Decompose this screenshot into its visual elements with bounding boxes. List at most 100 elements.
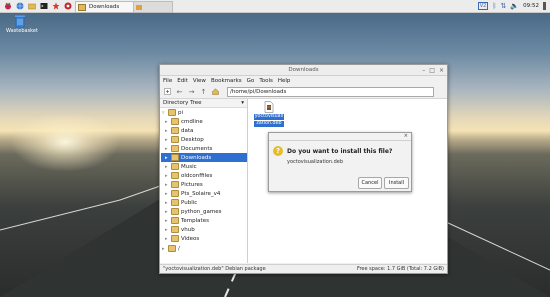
path-input[interactable]: /home/pi/Downloads [227, 86, 434, 97]
expand-icon[interactable]: ▸ [165, 182, 169, 188]
toolbar: ← → ↑ /home/pi/Downloads [160, 85, 447, 99]
tree-item-oldconffiles[interactable]: ▸ oldconffiles [165, 171, 245, 180]
tree-item-label: Downloads [181, 154, 212, 161]
maximize-icon[interactable]: □ [429, 67, 435, 74]
taskbar-inactive-task[interactable] [133, 1, 173, 13]
tree-item-documents[interactable]: ▸ Documents [165, 144, 245, 153]
wolfram-icon[interactable] [51, 2, 60, 11]
tree-item-label: cmdline [181, 118, 203, 125]
tree-item-pi[interactable]: ▿ pi [162, 108, 244, 117]
tree-item-label: Pts_Solaire_v4 [181, 190, 221, 197]
tree-item-templates[interactable]: ▸ Templates [165, 216, 245, 225]
expand-icon[interactable]: ▸ [165, 236, 169, 242]
bluetooth-icon[interactable]: ᛒ [492, 2, 496, 10]
tree-item-label: Documents [181, 145, 213, 152]
expand-icon[interactable]: ▸ [165, 173, 169, 179]
raspberry-menu-icon[interactable] [3, 2, 12, 11]
dialog-close-icon[interactable]: × [404, 133, 408, 139]
expand-icon[interactable]: ▸ [165, 128, 169, 134]
menu-go[interactable]: Go [247, 78, 255, 84]
tree-item-label: Desktop [181, 136, 204, 143]
volume-icon[interactable]: 🔈 [510, 2, 519, 10]
status-bar: "yoctovisualization.deb" Debian package … [160, 264, 447, 273]
menu-tools[interactable]: Tools [259, 78, 273, 84]
new-tab-icon[interactable] [163, 87, 172, 96]
taskbar-downloads-task[interactable]: Downloads [75, 1, 134, 13]
wastebasket-desktop-icon[interactable]: Wastebasket [6, 14, 38, 34]
expand-icon[interactable]: ▸ [162, 246, 166, 252]
package-file-icon [264, 101, 274, 113]
cancel-button[interactable]: Cancel [358, 177, 382, 189]
taskbar-clock[interactable]: 09:52 [523, 3, 539, 9]
trash-icon [15, 15, 25, 28]
tree-header: Directory Tree ▾ [160, 99, 247, 108]
expand-icon[interactable]: ▸ [165, 200, 169, 206]
folder-icon [171, 136, 179, 143]
tree-item-vhub[interactable]: ▸ vhub [165, 225, 245, 234]
tree-header-dropdown-icon[interactable]: ▾ [241, 100, 244, 106]
expand-icon[interactable]: ▸ [165, 137, 169, 143]
tree-item-data[interactable]: ▸ data [165, 126, 245, 135]
tree-item-cmdline[interactable]: ▸ cmdline [165, 117, 245, 126]
menu-bookmarks[interactable]: Bookmarks [211, 78, 242, 84]
vnc-icon[interactable]: V2 [477, 2, 489, 10]
file-item-deb[interactable]: yoctovisuali zation.deb [254, 101, 284, 127]
folder-icon [171, 235, 179, 242]
folder-icon [171, 118, 179, 125]
tree-item-music[interactable]: ▸ Music [165, 162, 245, 171]
expand-icon[interactable]: ▸ [165, 119, 169, 125]
expand-icon[interactable]: ▸ [165, 164, 169, 170]
expand-icon[interactable]: ▸ [165, 209, 169, 215]
tree-item-python-games[interactable]: ▸ python_games [165, 207, 245, 216]
network-icon[interactable]: ⇅ [501, 2, 507, 10]
globe-icon[interactable] [15, 2, 24, 11]
expand-icon[interactable]: ▸ [165, 218, 169, 224]
expand-icon[interactable]: ▸ [165, 191, 169, 197]
folder-icon [171, 172, 179, 179]
cpu-monitor-icon [543, 2, 546, 10]
folder-icon [171, 154, 179, 161]
terminal-icon[interactable] [39, 2, 48, 11]
tree-item-label: Templates [181, 217, 209, 224]
forward-icon[interactable]: → [187, 87, 196, 96]
home-icon[interactable] [211, 87, 220, 96]
window-title: Downloads [288, 67, 319, 73]
path-value: /home/pi/Downloads [230, 88, 287, 95]
tree-item-desktop[interactable]: ▸ Desktop [165, 135, 245, 144]
folder-icon [171, 217, 179, 224]
mathematica-icon[interactable] [63, 2, 72, 11]
close-icon[interactable]: × [439, 67, 444, 74]
folder-icon [171, 163, 179, 170]
menu-help[interactable]: Help [278, 78, 291, 84]
menu-view[interactable]: View [193, 78, 206, 84]
tree-item-root[interactable]: ▸ / [162, 244, 244, 253]
question-icon: ? [273, 146, 283, 156]
tree-item-pictures[interactable]: ▸ Pictures [165, 180, 245, 189]
status-selection: "yoctovisualization.deb" Debian package [163, 266, 266, 272]
expand-icon[interactable]: ▸ [165, 155, 169, 161]
tree-item-videos[interactable]: ▸ Videos [165, 234, 245, 243]
expand-icon[interactable]: ▸ [165, 227, 169, 233]
tree-item-label: python_games [181, 208, 222, 215]
collapse-icon[interactable]: ▿ [162, 110, 166, 116]
minimize-icon[interactable]: – [422, 67, 425, 74]
file-name-line2: zation.deb [254, 121, 284, 127]
window-titlebar[interactable]: Downloads – □ × [160, 65, 447, 76]
dialog-titlebar[interactable]: × [269, 133, 411, 141]
install-button[interactable]: Install [384, 177, 409, 189]
tree-item-public[interactable]: ▸ Public [165, 198, 245, 207]
expand-icon[interactable]: ▸ [165, 146, 169, 152]
dialog-filename: yoctovisualization.deb [287, 159, 344, 165]
menu-edit[interactable]: Edit [177, 78, 188, 84]
tree-item-label: Pictures [181, 181, 203, 188]
folder-icon [171, 127, 179, 134]
wastebasket-label: Wastebasket [6, 28, 38, 34]
tree-item-label: vhub [181, 226, 195, 233]
folder-icon [171, 199, 179, 206]
back-icon[interactable]: ← [175, 87, 184, 96]
file-manager-icon[interactable] [27, 2, 36, 11]
tree-item-downloads[interactable]: ▸ Downloads [161, 153, 247, 162]
menu-file[interactable]: File [163, 78, 172, 84]
tree-item-pts-solaire[interactable]: ▸ Pts_Solaire_v4 [165, 189, 245, 198]
up-icon[interactable]: ↑ [199, 87, 208, 96]
